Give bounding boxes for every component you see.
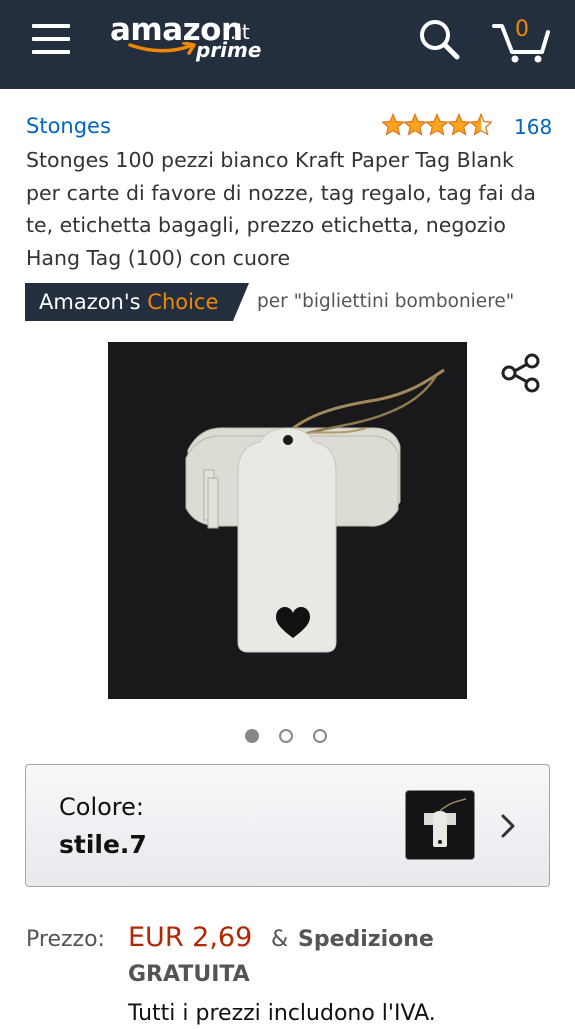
rating-count-link[interactable]: 168: [514, 114, 552, 140]
vat-note: Tutti i prezzi includono l'IVA.: [128, 1001, 436, 1026]
image-carousel-dots: [245, 729, 335, 747]
color-variation-selector[interactable]: Colore: stile.7: [25, 764, 550, 887]
menu-icon[interactable]: [32, 24, 70, 54]
rating-star: [424, 112, 450, 136]
chevron-right-icon: [501, 814, 515, 838]
variation-swatch-thumbnail: [405, 790, 475, 860]
rating-star: [402, 112, 428, 136]
rating-star: [446, 112, 472, 136]
share-button[interactable]: [500, 352, 542, 394]
free-shipping-line1: Spedizione: [298, 927, 434, 952]
rating-star: [380, 112, 406, 136]
variation-value: stile.7: [59, 830, 147, 859]
product-title: Stonges 100 pezzi bianco Kraft Paper Tag…: [26, 148, 536, 270]
product-image[interactable]: [108, 342, 467, 699]
search-button[interactable]: [418, 18, 462, 62]
carousel-dot[interactable]: [245, 729, 259, 743]
smile-arrow-icon: [128, 42, 196, 55]
choice-label: Amazon's Choice: [39, 288, 218, 316]
star-rating-icon: [380, 112, 494, 136]
cart-count: 0: [515, 17, 529, 42]
price-value: EUR 2,69: [128, 922, 253, 953]
amazon-prime-logo[interactable]: amazon .it prime: [110, 12, 270, 72]
variation-label: Colore:: [59, 793, 144, 821]
carousel-dot[interactable]: [313, 729, 327, 743]
logo-prime: prime: [196, 38, 262, 62]
top-nav-bar: amazon .it prime 0: [0, 0, 575, 89]
search-icon: [420, 20, 460, 60]
free-shipping-line2: GRATUITA: [128, 962, 250, 987]
choice-prefix: Amazon's: [39, 290, 141, 314]
rating-star: [468, 112, 494, 136]
carousel-dot[interactable]: [279, 729, 293, 743]
rating-stars[interactable]: [380, 112, 494, 137]
price-ampersand: &: [271, 927, 289, 952]
price-label: Prezzo:: [26, 927, 105, 952]
brand-link[interactable]: Stonges: [26, 113, 111, 139]
share-icon: [501, 353, 540, 393]
choice-query-text: per "bigliettini bomboniere": [257, 291, 515, 312]
hang-tag-photo: [108, 342, 467, 699]
amazons-choice-badge: Amazon's Choice: [25, 283, 249, 321]
cart-button[interactable]: 0: [490, 14, 554, 66]
swatch-tag-photo: [406, 791, 474, 859]
choice-word: Choice: [147, 290, 219, 314]
